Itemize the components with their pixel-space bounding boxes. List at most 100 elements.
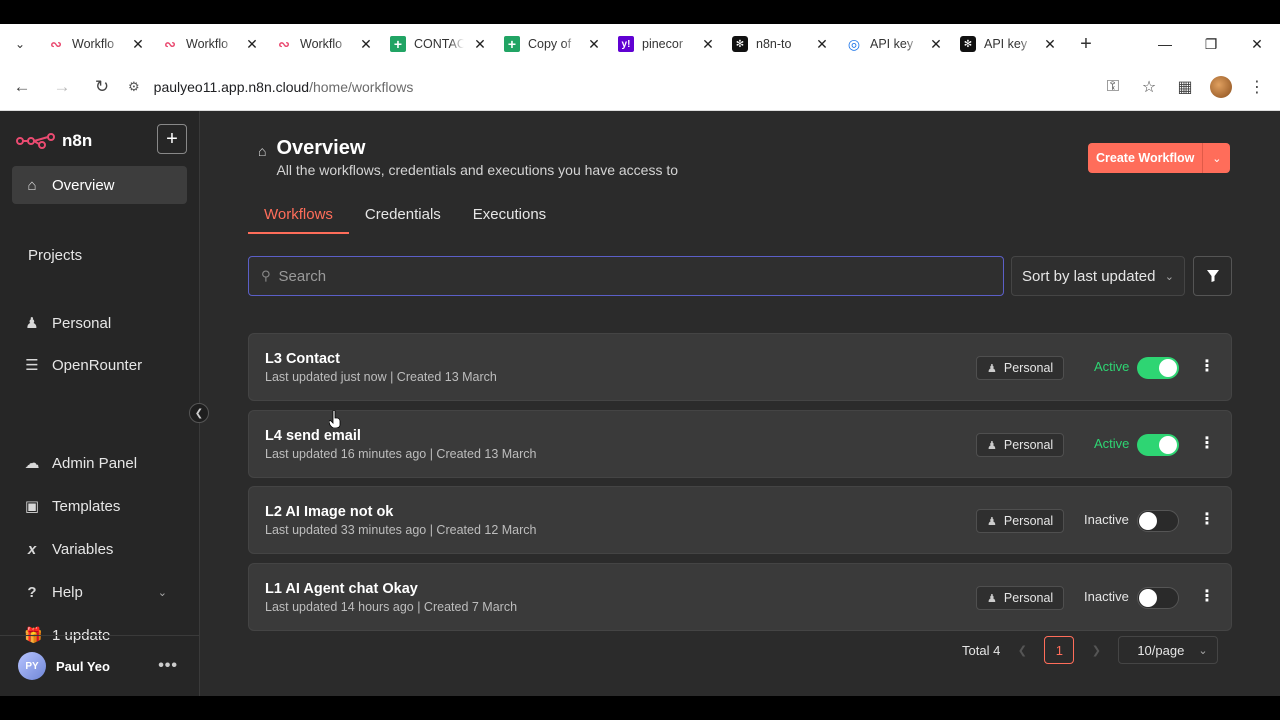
browser-tab[interactable]: ◎ API key ✕ — [838, 24, 952, 64]
reload-icon[interactable]: ↻ — [84, 69, 120, 105]
workflow-name[interactable]: L4 send email — [265, 428, 361, 444]
active-toggle[interactable] — [1137, 587, 1179, 609]
profile-avatar[interactable] — [1206, 72, 1236, 102]
templates-icon: ▣ — [24, 498, 40, 515]
workflow-name[interactable]: L1 AI Agent chat Okay — [265, 581, 418, 597]
browser-tab[interactable]: ✻ n8n-to ✕ — [724, 24, 838, 64]
sidebar-item-label: Personal — [52, 314, 112, 332]
window-close-icon[interactable]: ✕ — [1234, 24, 1280, 64]
active-toggle[interactable] — [1137, 434, 1179, 456]
sidebar-item-templates[interactable]: ▣ Templates — [12, 487, 187, 525]
collapse-sidebar-chevron-icon[interactable]: ❮ — [189, 403, 209, 423]
new-tab-plus-icon[interactable]: + — [1066, 24, 1106, 64]
browser-tab[interactable]: + CONTAC ✕ — [382, 24, 496, 64]
sidebar-item-personal[interactable]: ♟ Personal — [12, 304, 187, 342]
more-vertical-icon[interactable]: ⋮ — [1199, 586, 1215, 606]
workflow-name[interactable]: L2 AI Image not ok — [265, 504, 393, 520]
owner-label: Personal — [1003, 438, 1054, 452]
tab-title: API key — [870, 37, 914, 51]
page-size-select[interactable]: 10/page ⌄ — [1118, 636, 1219, 664]
filter-funnel-icon — [1206, 270, 1219, 282]
tab-title: pinecor — [642, 37, 683, 51]
user-icon: ♟ — [25, 315, 39, 332]
chevron-down-icon[interactable]: ⌄ — [1202, 143, 1231, 173]
tab-search-chevron-icon[interactable]: ⌄ — [0, 24, 40, 64]
browser-tab[interactable]: ∾ Workflo ✕ — [268, 24, 382, 64]
prev-page-icon[interactable]: ❮ — [1012, 644, 1032, 657]
tab-close-icon[interactable]: ✕ — [928, 36, 944, 53]
workflow-name[interactable]: L3 Contact — [265, 351, 340, 367]
status-label: Inactive — [1084, 589, 1129, 604]
minimize-icon[interactable]: — — [1142, 24, 1188, 64]
tab-credentials[interactable]: Credentials — [349, 199, 457, 234]
create-workflow-label[interactable]: Create Workflow — [1088, 143, 1203, 173]
bookmark-star-icon[interactable]: ☆ — [1134, 72, 1164, 102]
user-profile[interactable]: PY Paul Yeo ••• — [0, 635, 200, 696]
pagination: Total 4 ❮ 1 ❯ 10/page ⌄ — [962, 636, 1219, 664]
tab-close-icon[interactable]: ✕ — [244, 36, 260, 53]
workflow-meta: Last updated 33 minutes ago | Created 12… — [265, 523, 537, 537]
browser-menu-icon[interactable]: ⋮ — [1242, 72, 1272, 102]
browser-tab[interactable]: ∾ Workflo ✕ — [40, 24, 154, 64]
workflow-card[interactable]: L3 Contact Last updated just now | Creat… — [248, 333, 1232, 401]
more-horizontal-icon[interactable]: ••• — [158, 657, 178, 675]
next-page-icon[interactable]: ❯ — [1086, 644, 1106, 657]
restore-icon[interactable]: ❐ — [1188, 24, 1234, 64]
more-vertical-icon[interactable]: ⋮ — [1199, 509, 1215, 529]
workflow-card[interactable]: L4 send email Last updated 16 minutes ag… — [248, 410, 1232, 478]
browser-tab[interactable]: + Copy of ✕ — [496, 24, 610, 64]
tab-title: CONTAC — [414, 37, 464, 51]
browser-window: ⌄ ∾ Workflo ✕ ∾ Workflo ✕ ∾ Workflo ✕ + CONTAC ✕ + Co… — [0, 24, 1280, 696]
page-title: Overview — [276, 137, 366, 159]
add-button[interactable]: + — [157, 124, 187, 154]
active-toggle[interactable] — [1137, 510, 1179, 532]
tab-close-icon[interactable]: ✕ — [472, 36, 488, 53]
tab-close-icon[interactable]: ✕ — [586, 36, 602, 53]
page-size-label: 10/page — [1137, 642, 1185, 658]
site-info-icon[interactable]: ⚙ — [128, 79, 140, 95]
extensions-puzzle-icon[interactable]: ▦ — [1170, 72, 1200, 102]
chevron-down-icon: ⌄ — [1164, 270, 1174, 283]
user-name: Paul Yeo — [56, 658, 110, 674]
tab-close-icon[interactable]: ✕ — [130, 36, 146, 53]
tab-executions[interactable]: Executions — [457, 199, 562, 234]
search-icon: ⚲ — [261, 268, 271, 283]
browser-tab[interactable]: ✻ API key ✕ — [952, 24, 1066, 64]
sidebar-item-label: Overview — [52, 176, 115, 194]
n8n-icon: ∾ — [50, 35, 62, 52]
sidebar-item-admin-panel[interactable]: ☁ Admin Panel — [12, 444, 187, 482]
tab-close-icon[interactable]: ✕ — [1042, 36, 1058, 53]
url-field[interactable]: ⚙ paulyeo11.app.n8n.cloud/home/workflows — [120, 69, 1098, 105]
sort-label: Sort by last updated — [1022, 267, 1156, 285]
password-key-icon[interactable]: ⚿ — [1098, 72, 1128, 102]
workflow-card[interactable]: L2 AI Image not ok Last updated 33 minut… — [248, 486, 1232, 554]
browser-tab[interactable]: y! pinecor ✕ — [610, 24, 724, 64]
filter-button[interactable] — [1193, 256, 1232, 296]
sidebar-item-help[interactable]: ? Help ⌄ — [12, 573, 187, 611]
browser-tab[interactable]: ∾ Workflo ✕ — [154, 24, 268, 64]
sidebar-item-openrounter[interactable]: ☰ OpenRounter — [12, 346, 187, 384]
page-header: ⌂ Overview All the workflows, credential… — [258, 137, 678, 178]
forward-arrow-icon[interactable]: → — [44, 69, 80, 105]
more-vertical-icon[interactable]: ⋮ — [1199, 356, 1215, 376]
n8n-logo[interactable]: n8n — [16, 131, 92, 151]
workflow-card[interactable]: L1 AI Agent chat Okay Last updated 14 ho… — [248, 563, 1232, 631]
tab-close-icon[interactable]: ✕ — [358, 36, 374, 53]
sidebar-item-label: Help — [52, 583, 83, 601]
tab-close-icon[interactable]: ✕ — [700, 36, 716, 53]
page-number[interactable]: 1 — [1044, 636, 1075, 664]
sort-select[interactable]: Sort by last updated ⌄ — [1011, 256, 1185, 296]
ai-studio-icon: ◎ — [847, 35, 861, 52]
sidebar-item-overview[interactable]: ⌂ Overview — [12, 166, 187, 204]
variable-x-icon: x — [27, 540, 37, 558]
tab-workflows[interactable]: Workflows — [248, 199, 349, 234]
create-workflow-button[interactable]: Create Workflow ⌄ — [1088, 143, 1231, 173]
sidebar-item-label: Templates — [52, 497, 121, 515]
sidebar-item-variables[interactable]: x Variables — [12, 530, 187, 568]
search-input[interactable] — [278, 267, 879, 285]
back-arrow-icon[interactable]: ← — [4, 69, 40, 105]
more-vertical-icon[interactable]: ⋮ — [1199, 433, 1215, 453]
hand-cursor-icon — [329, 410, 341, 428]
tab-close-icon[interactable]: ✕ — [814, 36, 830, 53]
active-toggle[interactable] — [1137, 357, 1179, 379]
